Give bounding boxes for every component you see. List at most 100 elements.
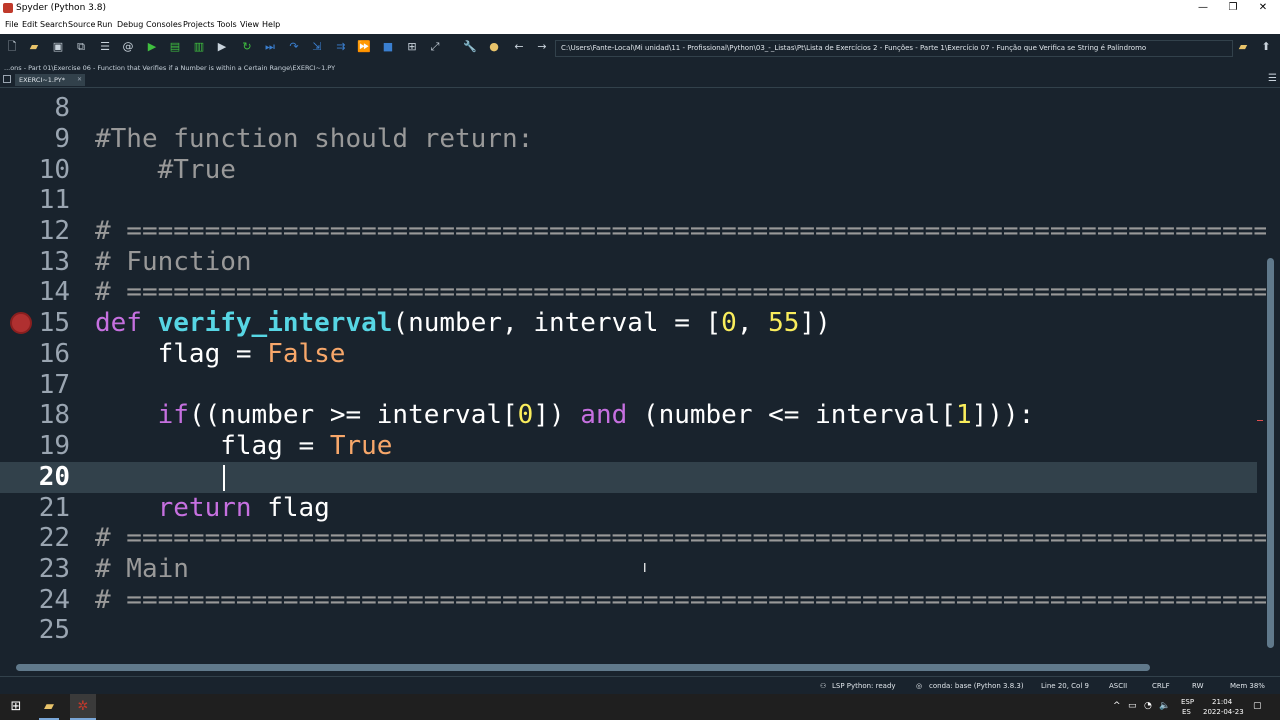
parent-directory-icon[interactable]: ⬆ <box>1259 40 1273 54</box>
tray-overflow-icon[interactable]: ^ <box>1113 702 1121 711</box>
wifi-icon[interactable]: ◔ <box>1144 702 1152 711</box>
line-number: 20 <box>38 462 70 492</box>
save-all-icon[interactable]: ⧉ <box>74 40 88 54</box>
tab-label: EXERCI~1.PY* <box>19 76 65 84</box>
fullscreen-icon[interactable]: ⤢ <box>428 40 442 54</box>
volume-icon[interactable]: 🔈 <box>1159 702 1170 711</box>
line-number: 12 <box>38 216 70 246</box>
editor-options-menu-icon[interactable]: ☰ <box>1268 73 1277 85</box>
line-number: 19 <box>38 431 70 461</box>
line-code: # ======================================… <box>95 216 1266 246</box>
code-line: 8 <box>0 93 1257 124</box>
file-explorer-icon[interactable]: ▰ <box>40 699 58 715</box>
tab-close-icon[interactable]: ✕ <box>77 74 82 86</box>
maximize-pane-icon[interactable]: ⊞ <box>405 40 419 54</box>
debug-icon[interactable]: ⏭ <box>263 40 277 54</box>
list-icon[interactable]: ☰ <box>98 40 112 54</box>
line-number: 8 <box>54 93 70 123</box>
line-code: if((number >= interval[0]) and (number <… <box>157 400 1035 430</box>
run-cell-advance-icon[interactable]: ▥ <box>192 40 206 54</box>
run-icon[interactable]: ▶ <box>145 40 159 54</box>
network-icon[interactable]: ▭ <box>1128 702 1137 711</box>
clock-time[interactable]: 21:04 <box>1212 698 1232 707</box>
code-line: 12 # ===================================… <box>0 216 1266 247</box>
browse-tabs-icon[interactable] <box>3 75 11 83</box>
menu-view[interactable]: View <box>240 19 259 31</box>
code-line: 18 if((number >= interval[0]) and (numbe… <box>0 400 1257 431</box>
code-line: 23 # Main <box>0 554 1257 585</box>
code-line: 25 <box>0 615 1257 646</box>
code-line: 10 #True <box>0 155 1257 186</box>
vertical-scrollbar-thumb[interactable] <box>1267 258 1274 648</box>
line-number: 18 <box>38 400 70 430</box>
os-taskbar: ⊞ ▰ ✲ ^ ▭ ◔ 🔈 ESP ES 21:04 2022-04-23 ▢ <box>0 694 1280 720</box>
tab-exerci-py[interactable]: EXERCI~1.PY* ✕ <box>15 74 85 86</box>
menu-edit[interactable]: Edit <box>22 19 38 31</box>
title-bar: Spyder (Python 3.8) — ❐ ✕ <box>0 0 1280 16</box>
menu-source[interactable]: Source <box>68 19 95 31</box>
preferences-wrench-icon[interactable]: 🔧 <box>463 40 477 54</box>
code-line: 13 # Function <box>0 247 1257 278</box>
continue-icon[interactable]: ⏩ <box>357 40 371 54</box>
menu-consoles[interactable]: Consoles <box>146 19 182 31</box>
step-into-icon[interactable]: ⇲ <box>310 40 324 54</box>
windows-start-icon[interactable]: ⊞ <box>8 699 24 715</box>
menu-tools[interactable]: Tools <box>217 19 237 31</box>
menu-search[interactable]: Search <box>40 19 67 31</box>
line-number: 13 <box>38 247 70 277</box>
menu-debug[interactable]: Debug <box>117 19 143 31</box>
working-directory-path: C:\Users\Fante-Local\Mi unidad\11 - Prof… <box>561 44 1147 52</box>
run-cell-icon[interactable]: ▤ <box>168 40 182 54</box>
line-code: flag = False <box>95 339 346 369</box>
line-code: flag = True <box>95 431 393 461</box>
open-file-icon[interactable]: ▰ <box>27 40 41 54</box>
line-number: 10 <box>38 155 70 185</box>
line-number: 15 <box>38 308 70 338</box>
line-code: # ======================================… <box>95 523 1266 553</box>
new-file-icon[interactable]: 🗋 <box>5 40 19 54</box>
menu-projects[interactable]: Projects <box>183 19 215 31</box>
menu-run[interactable]: Run <box>97 19 112 31</box>
current-code-line: 20 <box>0 462 1257 493</box>
line-number: 22 <box>38 523 70 553</box>
text-caret <box>223 465 225 491</box>
notifications-icon[interactable]: ▢ <box>1253 702 1262 711</box>
save-icon[interactable]: ▣ <box>51 40 65 54</box>
line-code: #The function should return: <box>95 124 534 154</box>
line-number: 23 <box>38 554 70 584</box>
run-selection-icon[interactable]: ▶ <box>215 40 229 54</box>
spyder-taskbar-icon[interactable]: ✲ <box>74 699 92 715</box>
python-path-icon[interactable]: ● <box>487 40 501 54</box>
back-arrow-icon[interactable]: ← <box>512 40 526 54</box>
rerun-icon[interactable]: ↻ <box>240 40 254 54</box>
code-editor[interactable]: 8 9 #The function should return: 10 #Tru… <box>0 93 1266 658</box>
code-line: 16 flag = False <box>0 339 1257 370</box>
working-directory-combobox[interactable]: C:\Users\Fante-Local\Mi unidad\11 - Prof… <box>555 40 1233 57</box>
stop-debug-icon[interactable]: ■ <box>381 40 395 54</box>
clock-date[interactable]: 2022-04-23 <box>1203 708 1244 717</box>
maximize-button[interactable]: ❐ <box>1218 0 1248 16</box>
status-bar: ⚇ LSP Python: ready ◎ conda: base (Pytho… <box>0 676 1280 695</box>
at-icon[interactable]: @ <box>121 40 135 54</box>
language-bottom[interactable]: ES <box>1182 708 1191 717</box>
step-icon[interactable]: ↷ <box>287 40 301 54</box>
menu-help[interactable]: Help <box>262 19 280 31</box>
code-line: 22 # ===================================… <box>0 523 1266 554</box>
browse-folder-icon[interactable]: ▰ <box>1236 40 1250 54</box>
language-top[interactable]: ESP <box>1181 698 1194 707</box>
code-line: 17 <box>0 370 1257 401</box>
line-code: return flag <box>157 493 330 523</box>
horizontal-scrollbar-thumb[interactable] <box>16 664 1150 671</box>
cursor-position: Line 20, Col 9 <box>1041 682 1089 690</box>
line-number: 17 <box>38 370 70 400</box>
close-button[interactable]: ✕ <box>1248 0 1278 16</box>
forward-arrow-icon[interactable]: → <box>535 40 549 54</box>
step-return-icon[interactable]: ⇉ <box>334 40 348 54</box>
menu-bar: File Edit Search Source Run Debug Consol… <box>0 16 1280 34</box>
warning-marker <box>1257 420 1263 421</box>
menu-file[interactable]: File <box>5 19 18 31</box>
conda-icon: ◎ <box>916 682 923 690</box>
lsp-status-icon: ⚇ <box>820 682 827 690</box>
minimize-button[interactable]: — <box>1188 0 1218 16</box>
line-code: def verify_interval(number, interval = [… <box>95 308 831 338</box>
